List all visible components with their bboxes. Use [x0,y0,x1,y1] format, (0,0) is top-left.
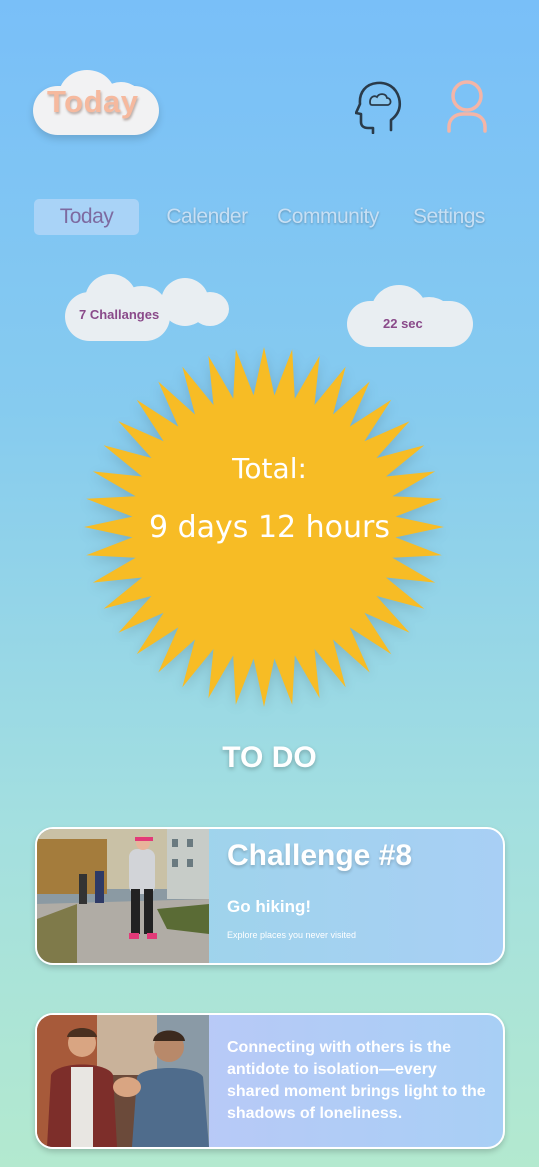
challenge-subtitle: Go hiking! [227,897,312,916]
tab-today[interactable]: Today [34,199,139,235]
quote-text: Connecting with others is the antidote t… [227,1039,486,1122]
tab-community[interactable]: Community [268,199,388,235]
hiking-photo [37,829,209,963]
logo[interactable]: Today [33,70,159,135]
challenges-cloud: 7 Challanges [65,274,231,342]
timer-value: 22 sec [383,316,423,331]
challenges-count: 7 Challanges [79,307,160,322]
total-label: Total: [232,452,307,485]
logo-text: Today [47,84,139,119]
challenge-title: Challenge #8 [227,839,413,872]
total-value: 9 days 12 hours [148,510,391,545]
todo-heading: TO DO [222,741,317,774]
tab-calender[interactable]: Calender [158,199,256,235]
challenge-card[interactable]: Challenge #8 Go hiking! Explore places y… [35,827,505,965]
challenge-description: Explore places you never visited [227,930,357,940]
timer-cloud: 22 sec [347,285,473,347]
head-cloud-icon[interactable] [355,80,403,134]
tab-settings[interactable]: Settings [404,199,494,235]
quote-card[interactable]: Connecting with others is the antidote t… [35,1013,505,1149]
friends-photo [37,1015,209,1147]
user-icon[interactable] [445,79,489,135]
